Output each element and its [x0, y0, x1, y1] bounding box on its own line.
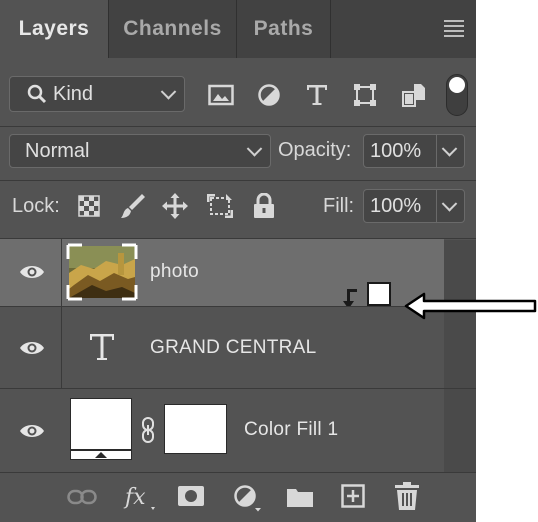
visibility-toggle[interactable] — [0, 239, 62, 306]
layer-thumbnail[interactable] — [66, 243, 138, 301]
bottom-toolbar: fx — [0, 472, 476, 522]
blend-mode-dropdown[interactable]: Normal — [9, 134, 271, 168]
kind-label: Kind — [53, 82, 94, 105]
annotation-arrow-icon — [404, 292, 537, 320]
layer-name[interactable]: Color Fill 1 — [244, 419, 338, 441]
new-layer-icon[interactable] — [340, 483, 366, 509]
chevron-down-icon — [246, 141, 263, 157]
divider — [0, 180, 476, 181]
opacity-field[interactable]: 100% — [363, 134, 465, 168]
fill-thumbnail[interactable] — [70, 398, 132, 460]
fx-icon[interactable]: fx — [122, 481, 160, 513]
add-mask-icon[interactable] — [178, 485, 204, 507]
tab-channels[interactable]: Channels — [109, 0, 237, 58]
photo-thumbnail-image — [66, 243, 138, 301]
layer-name[interactable]: GRAND CENTRAL — [150, 337, 316, 359]
visibility-toggle[interactable] — [0, 307, 62, 388]
lock-artboard-icon[interactable] — [205, 192, 235, 220]
fill-value: 100% — [370, 194, 422, 217]
new-adjustment-icon[interactable] — [232, 483, 264, 513]
layer-mask-thumbnail[interactable] — [164, 404, 227, 454]
layer-row-text[interactable]: GRAND CENTRAL — [0, 307, 444, 388]
panel-menu-icon[interactable] — [444, 20, 464, 37]
adjustment-filter-icon[interactable] — [255, 82, 283, 108]
type-filter-icon[interactable] — [303, 82, 331, 108]
kind-filter-dropdown[interactable]: Kind — [9, 76, 185, 112]
mask-link-icon[interactable] — [139, 416, 157, 444]
layers-panel: Layers Channels Paths Kind Normal Opacit… — [0, 0, 476, 522]
search-icon — [27, 84, 47, 104]
opacity-value: 100% — [370, 139, 422, 162]
link-layers-icon[interactable] — [66, 485, 98, 509]
fill-swatch-triangle-icon — [95, 452, 107, 458]
toggle-knob — [449, 77, 465, 93]
chevron-down-icon[interactable] — [441, 141, 458, 157]
smart-object-filter-icon[interactable] — [400, 82, 428, 108]
lock-transparent-pixels-icon[interactable] — [76, 193, 102, 219]
eye-icon[interactable] — [18, 338, 46, 358]
type-layer-icon[interactable] — [87, 331, 117, 363]
opacity-label: Opacity: — [278, 139, 352, 161]
blend-mode-value: Normal — [25, 139, 90, 162]
image-filter-icon[interactable] — [207, 82, 235, 108]
chevron-down-icon — [160, 84, 177, 100]
layer-row-photo[interactable]: photo — [0, 239, 444, 309]
eye-icon[interactable] — [18, 262, 46, 282]
visibility-toggle[interactable] — [0, 389, 62, 472]
chevron-down-icon[interactable] — [441, 196, 458, 212]
fill-field[interactable]: 100% — [363, 189, 465, 223]
tab-bar: Layers Channels Paths — [0, 0, 476, 58]
lock-image-pixels-icon[interactable] — [119, 191, 147, 221]
layer-name[interactable]: photo — [150, 261, 199, 283]
divider — [0, 126, 476, 127]
layer-row-color-fill[interactable]: Color Fill 1 — [0, 389, 444, 472]
scrollbar-track[interactable] — [444, 240, 476, 472]
new-group-icon[interactable] — [286, 485, 314, 509]
clipping-cursor-icon — [367, 282, 391, 306]
tab-layers[interactable]: Layers — [0, 0, 109, 58]
tab-paths[interactable]: Paths — [237, 0, 331, 58]
filter-toggle-switch[interactable] — [446, 74, 468, 116]
delete-layer-icon[interactable] — [394, 481, 420, 511]
fill-label: Fill: — [323, 195, 355, 217]
lock-all-icon[interactable] — [252, 192, 276, 220]
eye-icon[interactable] — [18, 421, 46, 441]
svg-text:fx: fx — [123, 485, 146, 510]
fill-swatch-line — [71, 449, 131, 451]
shape-filter-icon[interactable] — [351, 82, 379, 108]
lock-label: Lock: — [12, 195, 60, 217]
lock-position-icon[interactable] — [161, 192, 189, 220]
